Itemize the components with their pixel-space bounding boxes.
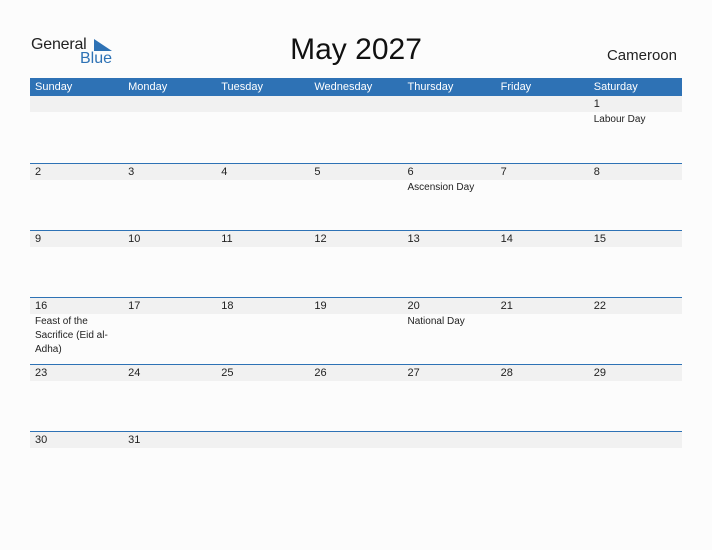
weekday-header: Sunday Monday Tuesday Wednesday Thursday Frid… (30, 78, 682, 96)
day-cell (309, 432, 402, 498)
day-cell: 31 (123, 432, 216, 498)
day-cell: 9 (30, 231, 123, 297)
day-cell: 2 (30, 164, 123, 230)
day-cell: 25 (216, 365, 309, 431)
day-number: 15 (593, 233, 606, 245)
day-number: 17 (128, 300, 141, 312)
day-number: 20 (407, 300, 420, 312)
day-cell: 13 (403, 231, 496, 297)
day-number: 4 (221, 166, 228, 178)
page-title: May 2027 (290, 33, 422, 66)
week-row: 1 Labour Day (30, 96, 682, 163)
day-cell: 10 (123, 231, 216, 297)
day-number: 5 (314, 166, 321, 178)
weekday-saturday: Saturday (593, 81, 638, 93)
day-number: 3 (128, 166, 135, 178)
day-cell (496, 432, 589, 498)
day-number: 16 (35, 300, 48, 312)
weekday-thursday: Thursday (407, 81, 454, 93)
holiday-label: Labour Day (593, 114, 646, 125)
week-row: 30 31 (30, 431, 682, 498)
day-cell (309, 96, 402, 163)
day-number: 22 (593, 300, 606, 312)
day-number: 10 (128, 233, 141, 245)
day-cell: 26 (309, 365, 402, 431)
day-cell: 12 (309, 231, 402, 297)
day-cell: 3 (123, 164, 216, 230)
day-number: 7 (500, 166, 507, 178)
country-label: Cameroon (606, 47, 677, 64)
day-cell (216, 96, 309, 163)
day-cell: 29 (589, 365, 682, 431)
day-cell: 11 (216, 231, 309, 297)
day-cell: 24 (123, 365, 216, 431)
day-number: 30 (35, 434, 48, 446)
day-number: 27 (407, 367, 420, 379)
day-cell: 19 (309, 298, 402, 364)
day-cell: 5 (309, 164, 402, 230)
day-cell (496, 96, 589, 163)
day-cell: 6 Ascension Day (403, 164, 496, 230)
holiday-label: Ascension Day (407, 182, 475, 193)
calendar-grid: Sunday Monday Tuesday Wednesday Thursday Frid… (30, 78, 682, 498)
week-row: 16 Feast of the Sacrifice (Eid al-Adha) 17… (30, 297, 682, 364)
day-cell: 4 (216, 164, 309, 230)
day-cell (123, 96, 216, 163)
day-cell (589, 432, 682, 498)
day-cell (30, 96, 123, 163)
week-row: 2 3 4 5 6 Ascension Day 7 8 (30, 163, 682, 230)
day-cell: 30 (30, 432, 123, 498)
holiday-label: National Day (407, 316, 465, 327)
day-cell: 20 National Day (403, 298, 496, 364)
weekday-friday: Friday (500, 81, 532, 93)
day-number: 8 (593, 166, 600, 178)
day-cell (216, 432, 309, 498)
day-number: 9 (35, 233, 42, 245)
day-number: 26 (314, 367, 327, 379)
day-number: 25 (221, 367, 234, 379)
day-number: 13 (407, 233, 420, 245)
weekday-tuesday: Tuesday (221, 81, 264, 93)
holiday-label: Feast of the Sacrifice (Eid al-Adha) (35, 316, 108, 355)
day-number: 24 (128, 367, 141, 379)
day-cell: 16 Feast of the Sacrifice (Eid al-Adha) (30, 298, 123, 364)
day-number: 23 (35, 367, 48, 379)
week-row: 9 10 11 12 13 14 15 (30, 230, 682, 297)
day-number: 29 (593, 367, 606, 379)
day-cell (403, 432, 496, 498)
weekday-monday: Monday (128, 81, 168, 93)
weekday-sunday: Sunday (35, 81, 73, 93)
day-number: 2 (35, 166, 42, 178)
day-cell: 27 (403, 365, 496, 431)
day-cell: 18 (216, 298, 309, 364)
day-number: 12 (314, 233, 327, 245)
day-number: 1 (593, 98, 600, 110)
week-row: 23 24 25 26 27 28 29 (30, 364, 682, 431)
day-number: 6 (407, 166, 414, 178)
day-cell: 7 (496, 164, 589, 230)
day-cell: 15 (589, 231, 682, 297)
day-number: 21 (500, 300, 513, 312)
day-number: 18 (221, 300, 234, 312)
weekday-wednesday: Wednesday (314, 81, 373, 93)
day-number: 11 (221, 233, 233, 245)
day-cell: 1 Labour Day (589, 96, 682, 163)
day-cell: 28 (496, 365, 589, 431)
day-cell: 8 (589, 164, 682, 230)
day-cell: 21 (496, 298, 589, 364)
day-number: 14 (500, 233, 513, 245)
day-cell: 14 (496, 231, 589, 297)
day-number: 19 (314, 300, 327, 312)
day-cell (403, 96, 496, 163)
day-number: 28 (500, 367, 513, 379)
day-cell: 22 (589, 298, 682, 364)
day-cell: 23 (30, 365, 123, 431)
day-cell: 17 (123, 298, 216, 364)
day-number: 31 (128, 434, 141, 446)
